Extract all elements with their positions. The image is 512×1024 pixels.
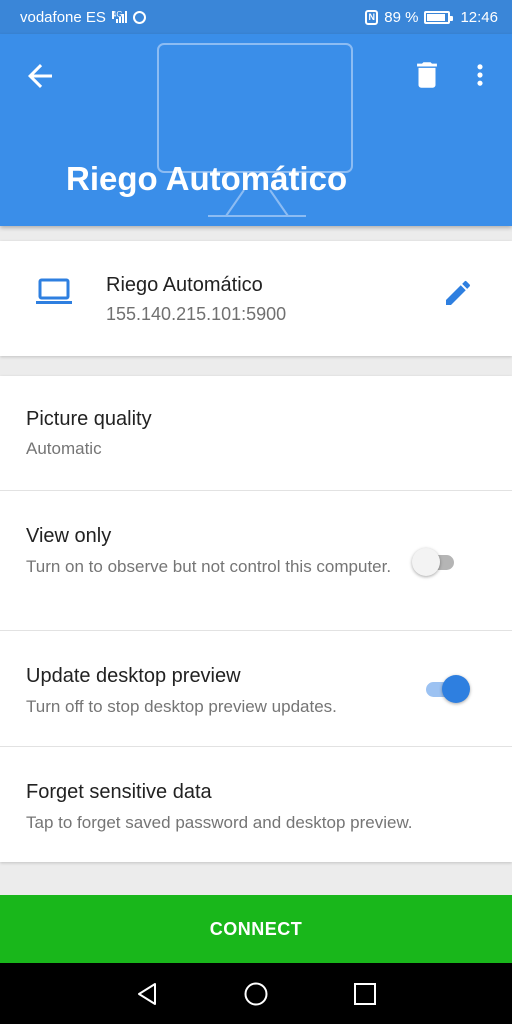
- signal-icon: 4G: [111, 10, 127, 23]
- network-type-label: 4G: [111, 10, 123, 19]
- system-nav-bar: [0, 963, 512, 1024]
- data-saver-icon: [132, 10, 146, 24]
- settings-card: Picture quality Automatic View only Turn…: [0, 376, 512, 862]
- status-bar: vodafone ES 4G N 89 % 12:46: [0, 0, 512, 34]
- laptop-icon: [36, 278, 72, 304]
- desktop-preview-toggle[interactable]: [422, 674, 472, 704]
- host-name: Riego Automático: [106, 274, 263, 296]
- setting-description: Tap to forget saved password and desktop…: [26, 813, 413, 832]
- setting-title: Forget sensitive data: [26, 781, 212, 803]
- picture-quality-setting[interactable]: Picture quality Automatic: [0, 376, 512, 491]
- host-address: 155.140.215.101:5900: [106, 304, 287, 324]
- carrier-name: vodafone ES: [20, 8, 106, 26]
- back-arrow-icon[interactable]: [22, 58, 58, 94]
- status-right: N 89 % 12:46: [365, 9, 498, 26]
- setting-title: Picture quality: [26, 408, 152, 430]
- desktop-preview-setting[interactable]: Update desktop preview Turn off to stop …: [0, 631, 512, 747]
- nav-back-icon[interactable]: [134, 981, 160, 1007]
- clock: 12:46: [460, 8, 498, 26]
- nav-recents-icon[interactable]: [352, 981, 378, 1007]
- edit-pencil-icon[interactable]: [442, 277, 474, 309]
- nav-home-icon[interactable]: [243, 981, 269, 1007]
- view-only-toggle[interactable]: [412, 547, 462, 577]
- battery-level-fill: [427, 13, 446, 21]
- more-vert-icon[interactable]: [466, 58, 494, 92]
- toggle-thumb: [442, 675, 470, 703]
- battery-icon: [424, 10, 454, 24]
- toggle-thumb: [412, 548, 440, 576]
- setting-value: Automatic: [26, 439, 102, 458]
- host-card: Riego Automático 155.140.215.101:5900: [0, 241, 512, 356]
- setting-description: Turn on to observe but not control this …: [26, 557, 392, 576]
- connect-button[interactable]: CONNECT: [0, 895, 512, 963]
- app-bar: Riego Automático: [0, 34, 512, 226]
- page-title: Riego Automático: [66, 160, 348, 197]
- setting-title: Update desktop preview: [26, 665, 241, 687]
- status-left: vodafone ES 4G: [20, 9, 146, 26]
- view-only-setting[interactable]: View only Turn on to observe but not con…: [0, 491, 512, 631]
- forget-data-setting[interactable]: Forget sensitive data Tap to forget save…: [0, 747, 512, 862]
- delete-icon[interactable]: [410, 58, 444, 92]
- setting-title: View only: [26, 525, 112, 547]
- battery-percent: 89 %: [384, 8, 419, 26]
- setting-description: Turn off to stop desktop preview updates…: [26, 697, 337, 716]
- nfc-icon: N: [365, 9, 379, 25]
